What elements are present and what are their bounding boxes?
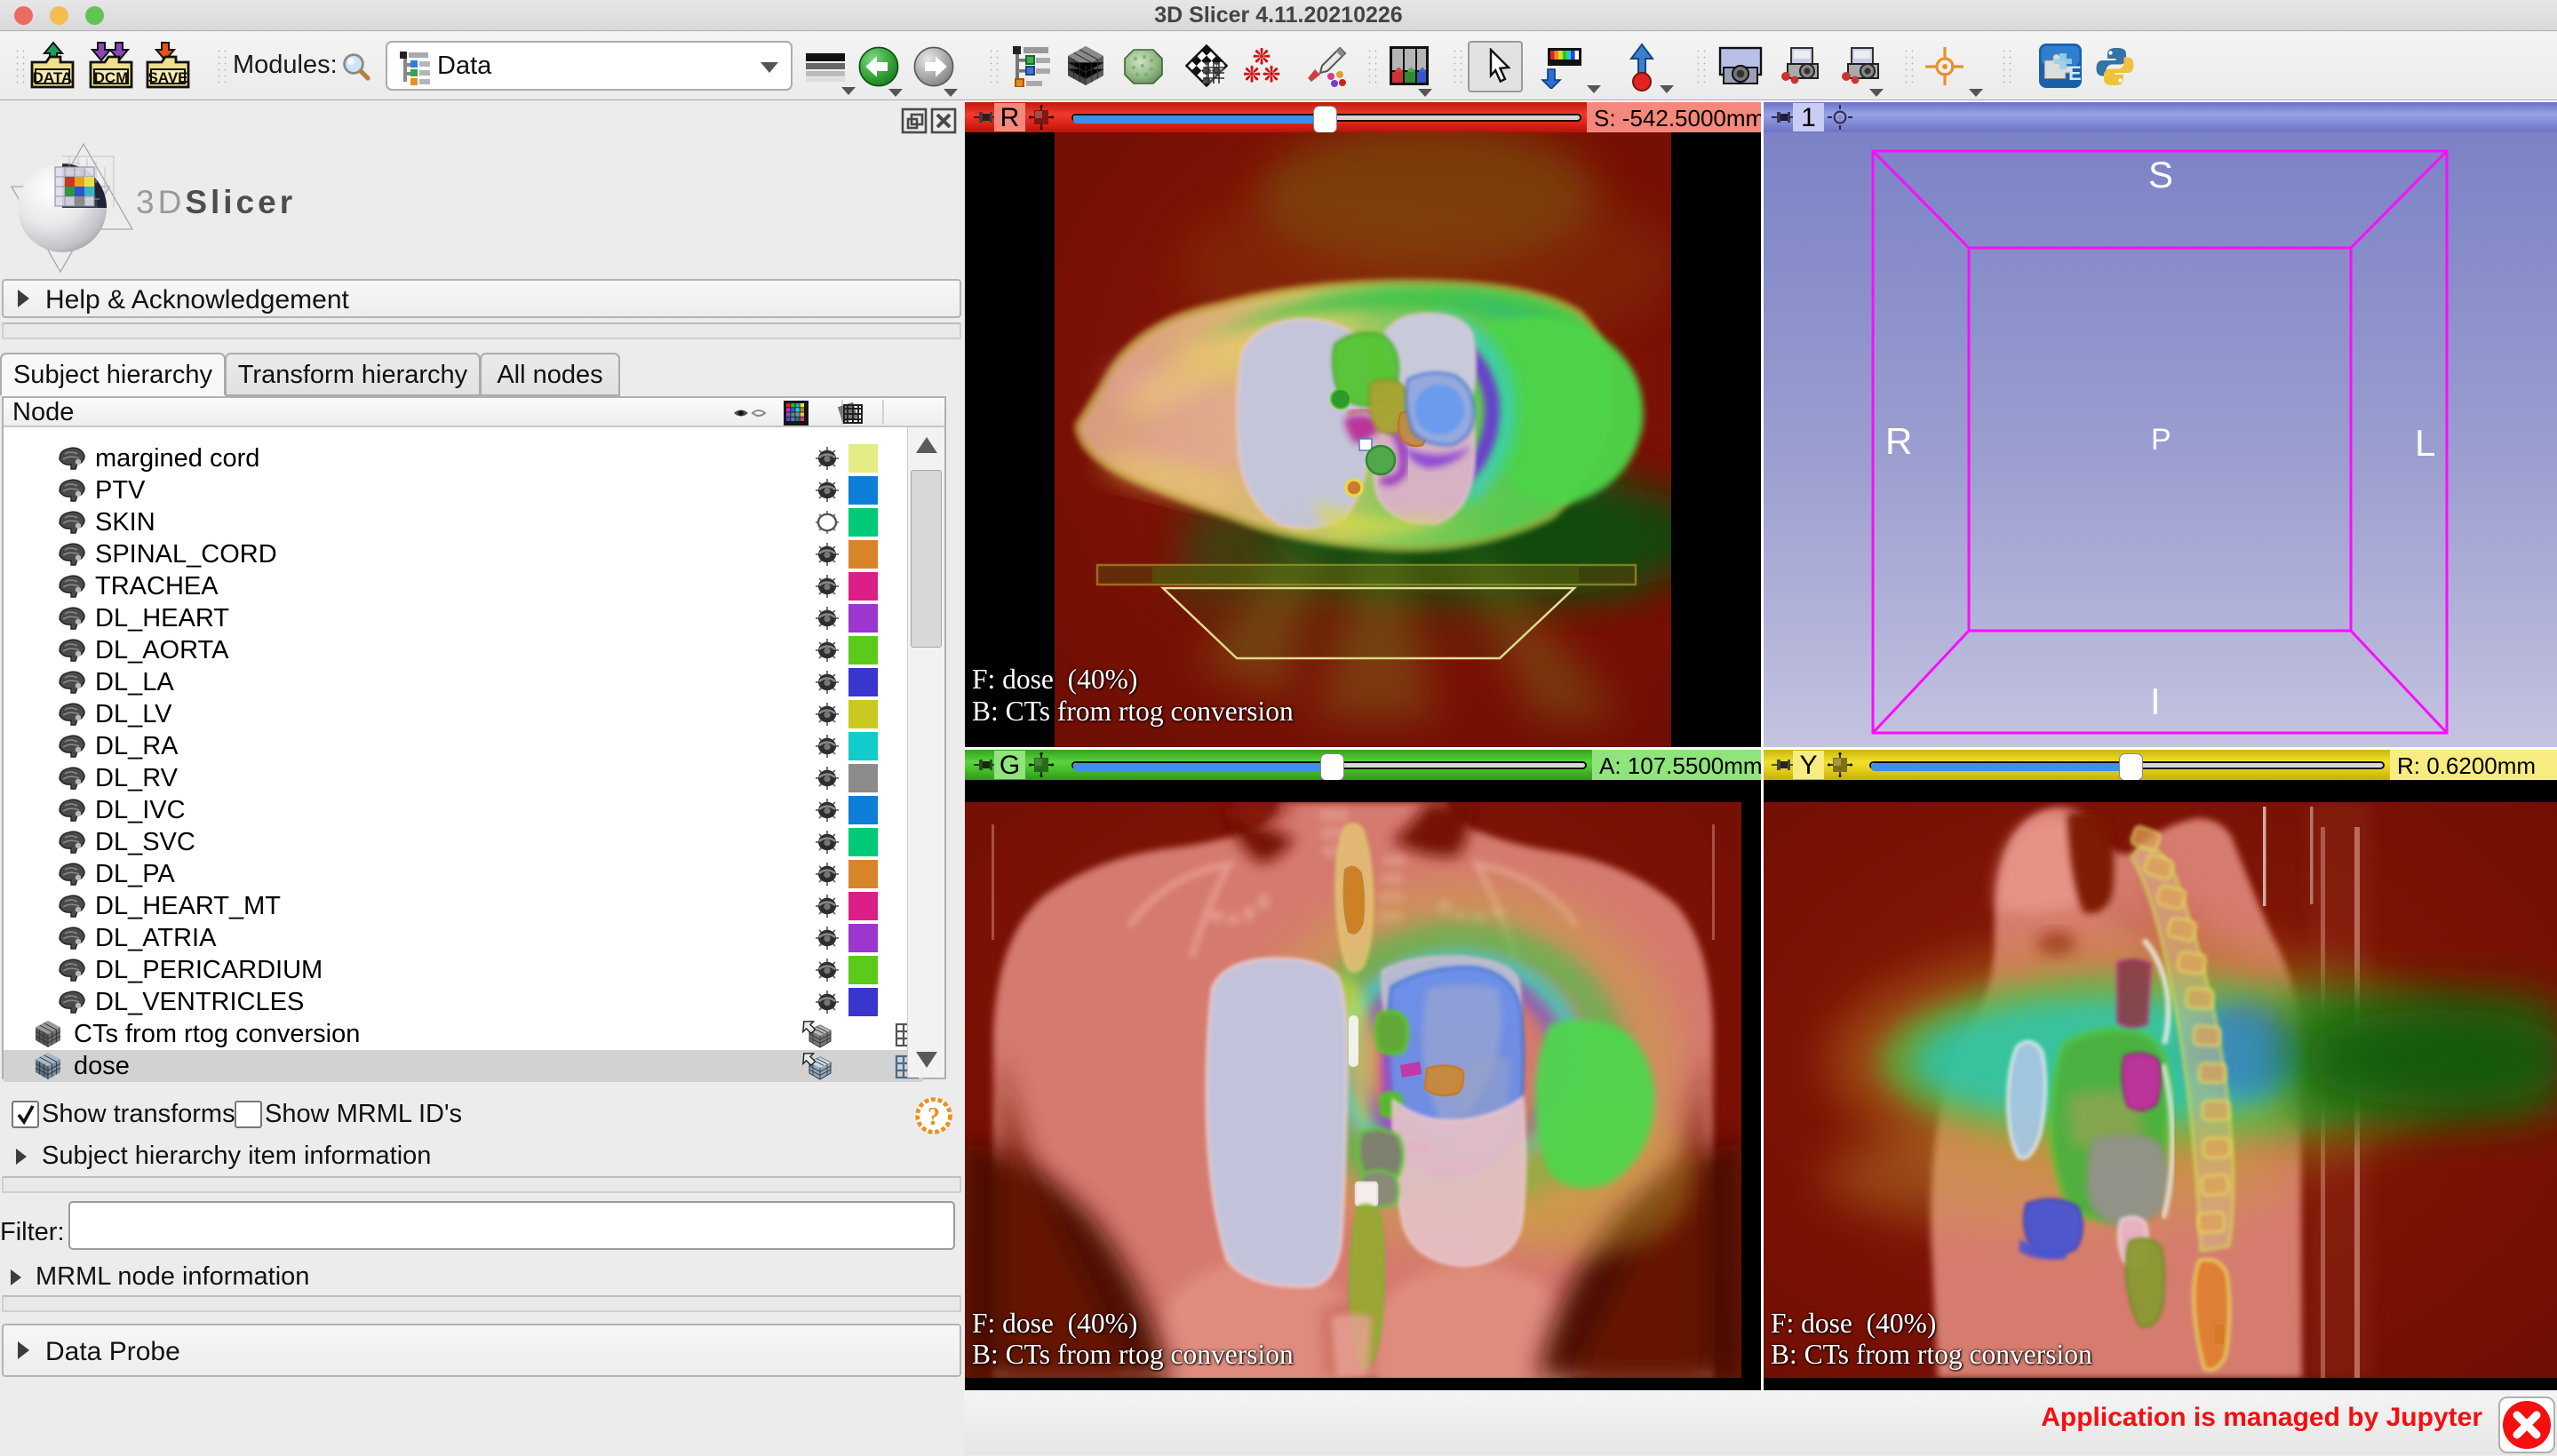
svg-text:❊: ❊ [1263, 63, 1280, 85]
svg-text:P: P [2151, 423, 2171, 457]
svg-text:DCM: DCM [94, 69, 129, 86]
svg-text:S: S [2148, 154, 2173, 195]
svg-text:L: L [2415, 422, 2435, 464]
svg-text:E: E [2068, 62, 2082, 84]
svg-text:DATA: DATA [33, 69, 73, 86]
svg-text:❊: ❊ [1244, 63, 1261, 85]
svg-text:I: I [2150, 680, 2161, 722]
svg-text:R: R [1885, 420, 1912, 462]
svg-text:?: ? [928, 1103, 940, 1131]
svg-text:SAVE: SAVE [147, 69, 187, 86]
